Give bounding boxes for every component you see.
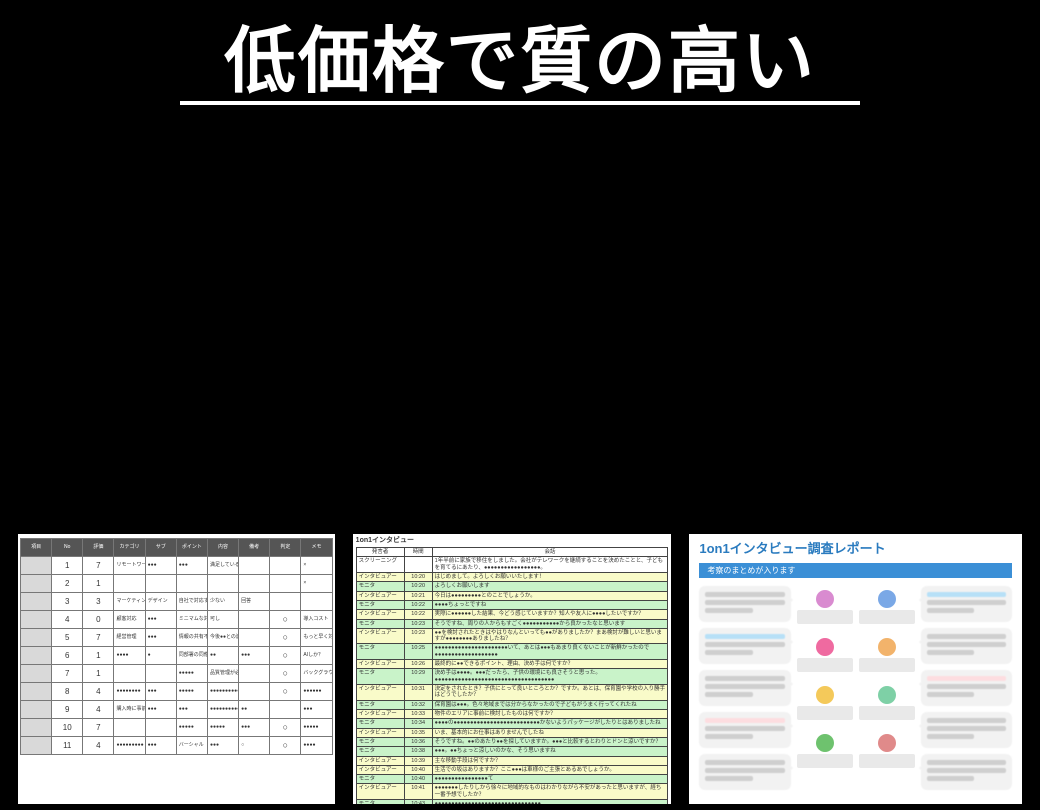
speech-bubble	[921, 754, 1012, 790]
table-row: 17リモートワーク支援●●●●●●満足している×	[21, 557, 333, 575]
persona	[797, 686, 853, 720]
persona-label	[859, 706, 915, 720]
transcript-row: モニタ10:25●●●●●●●●●●●●●●●●●●●●●●いて、あとは●●●も…	[356, 644, 668, 660]
persona-label	[859, 754, 915, 768]
persona	[859, 638, 915, 672]
transcript-row: インタビュアー10:35いま、基本的にお仕事はありませんでしたね	[356, 728, 668, 737]
col-header: カテゴリ	[114, 539, 145, 557]
thumbnail-row: 項目No評価カテゴリサブポイント内容備考判定メモ 17リモートワーク支援●●●●…	[0, 534, 1040, 810]
report-band: 考察のまとめが入ります	[699, 563, 1012, 578]
speech-bubble	[699, 586, 790, 622]
transcript-row: モニタ10:34●●●●の●●●●●●●●●●●●●●●●●●●●●●●●●●か…	[356, 719, 668, 728]
transcript-row: モニタ10:29決め手は●●●●。●●●だったら、子供の環境にも良さそうと思った…	[356, 669, 668, 685]
persona-label	[797, 658, 853, 672]
col-header: サブ	[145, 539, 176, 557]
col-header: 判定	[270, 539, 301, 557]
speech-bubble	[699, 754, 790, 790]
speech-bubble	[699, 712, 790, 748]
persona-label	[859, 658, 915, 672]
col-header: 備考	[239, 539, 270, 557]
table-row: 61●●●●●同部署の同僚と話し合いのもと●●●●●○AIしか？	[21, 647, 333, 665]
table-row: 84●●●●●●●●●●●●●●●●●●●●●●●●●●○●●●●●●	[21, 683, 333, 701]
report-title: 1on1インタビュー調査レポート	[699, 542, 1012, 557]
thumbnail-report: 1on1インタビュー調査レポート 考察のまとめが入ります	[689, 534, 1022, 804]
col-header: 項目	[21, 539, 52, 557]
avatar-icon	[816, 734, 834, 752]
transcript-row: インタビュアー10:31決定をされたとき？子供にとって良いところとか？ですか。あ…	[356, 685, 668, 701]
transcript-row: モニタ10:38●●●。●●ちょっと涼しいのかな、そう思いますね	[356, 747, 668, 756]
transcript-row: インタビュアー10:23●●を検討されたときはやはりなんといっても●●がありまし…	[356, 628, 668, 644]
speech-bubble	[921, 628, 1012, 664]
persona	[859, 734, 915, 768]
persona-label	[859, 610, 915, 624]
table-row: 21×	[21, 575, 333, 593]
table-row: 71●●●●●品質管理が必要○バックグラウンド	[21, 665, 333, 683]
transcript-row: インタビュアー10:26最終的に●●できるポイント、理由、決め手は何ですか？	[356, 660, 668, 669]
thumbnail-transcript: 1on1インタビュー 発言者時間会話 スクリーニング1年半前に家族で移住をしまし…	[353, 534, 672, 804]
transcript-title: 1on1インタビュー	[356, 537, 669, 545]
avatar-icon	[816, 638, 834, 656]
speech-bubble	[921, 586, 1012, 622]
persona	[859, 590, 915, 624]
spreadsheet-table: 項目No評価カテゴリサブポイント内容備考判定メモ 17リモートワーク支援●●●●…	[20, 538, 333, 755]
speech-bubble	[699, 670, 790, 706]
persona-label	[797, 610, 853, 624]
speech-bubble	[921, 670, 1012, 706]
transcript-row: モニタ10:43●●●●●●●●●●●●●●●●●●●●●●●●●●●●●●●●	[356, 800, 668, 804]
persona	[797, 638, 853, 672]
table-row: 33マーケティングデザイン自社で対応する場合少ない回答	[21, 593, 333, 611]
speech-bubble	[921, 712, 1012, 748]
col-header: ポイント	[176, 539, 207, 557]
headline: 低価格で質の高い	[0, 0, 1040, 107]
persona	[797, 734, 853, 768]
table-row: 94購入時に事前に確認したいこと●●●●●●●●●●●●●●●●●●●●●	[21, 701, 333, 719]
persona-label	[797, 706, 853, 720]
transcript-row: インタビュアー10:20はじめまして。よろしくお願いいたします！	[356, 572, 668, 581]
col-header: 会話	[432, 548, 668, 557]
transcript-row: モニタ10:32保育園は●●●。色々地域までは分からなかったので子どもがうまく行…	[356, 700, 668, 709]
transcript-row: インタビュアー10:21今日は●●●●●●●●●とのことでしょうか。	[356, 591, 668, 600]
table-row: 107●●●●●●●●●●●●●○●●●●●	[21, 719, 333, 737]
transcript-row: モニタ10:23そうですね、周りの人からもすごく●●●●●●●●●●●から良かっ…	[356, 619, 668, 628]
transcript-row: インタビュアー10:33物件のエリアに事前に検討したものは何ですか？	[356, 709, 668, 718]
table-row: 114●●●●●●●●●●●●バーシャル●●●○○●●●●	[21, 737, 333, 755]
col-header: No	[52, 539, 83, 557]
transcript-row: インタビュアー10:39主な移動手段は何ですか？	[356, 756, 668, 765]
avatar-icon	[816, 686, 834, 704]
speech-bubble	[699, 628, 790, 664]
avatar-icon	[878, 734, 896, 752]
persona	[797, 590, 853, 624]
transcript-row: インタビュアー10:40生活での坂はありますか？ここ●●●は車様のご主張とあるあ…	[356, 765, 668, 774]
thumbnail-spreadsheet: 項目No評価カテゴリサブポイント内容備考判定メモ 17リモートワーク支援●●●●…	[18, 534, 335, 804]
transcript-table: 発言者時間会話 スクリーニング1年半前に家族で移住をしました。会社がテレワークを…	[356, 547, 669, 804]
col-header: 評価	[83, 539, 114, 557]
avatar-icon	[816, 590, 834, 608]
col-header: 内容	[207, 539, 238, 557]
transcript-row: モニタ10:40●●●●●●●●●●●●●●●●て	[356, 775, 668, 784]
table-row: 57経営管理●●●情報の共有不足今後●●との連携や展開を見直したい○もっと早く対…	[21, 629, 333, 647]
transcript-row: スクリーニング1年半前に家族で移住をしました。会社がテレワークを継続することを決…	[356, 557, 668, 573]
transcript-row: モニタ10:22●●●●ちょっとですね	[356, 600, 668, 609]
col-header: 発言者	[356, 548, 404, 557]
transcript-row: モニタ10:36そうですね。●●のあたり●●を探していますか。●●●と比較すると…	[356, 737, 668, 746]
col-header: 時間	[404, 548, 432, 557]
transcript-row: モニタ10:20よろしくお願いします	[356, 582, 668, 591]
avatar-icon	[878, 590, 896, 608]
col-header: メモ	[301, 539, 332, 557]
avatar-icon	[878, 638, 896, 656]
persona-label	[797, 754, 853, 768]
persona	[859, 686, 915, 720]
transcript-row: インタビュアー10:22実際に●●●●●●した結果、今どう感じていますか？知人や…	[356, 610, 668, 619]
report-columns	[699, 586, 1012, 790]
avatar-icon	[878, 686, 896, 704]
table-row: 40顧客対応●●●ミニマムな対応可し○導入コスト	[21, 611, 333, 629]
transcript-row: インタビュアー10:41●●●●●●●したりしから徐々に地域的なものはわかりなが…	[356, 784, 668, 800]
